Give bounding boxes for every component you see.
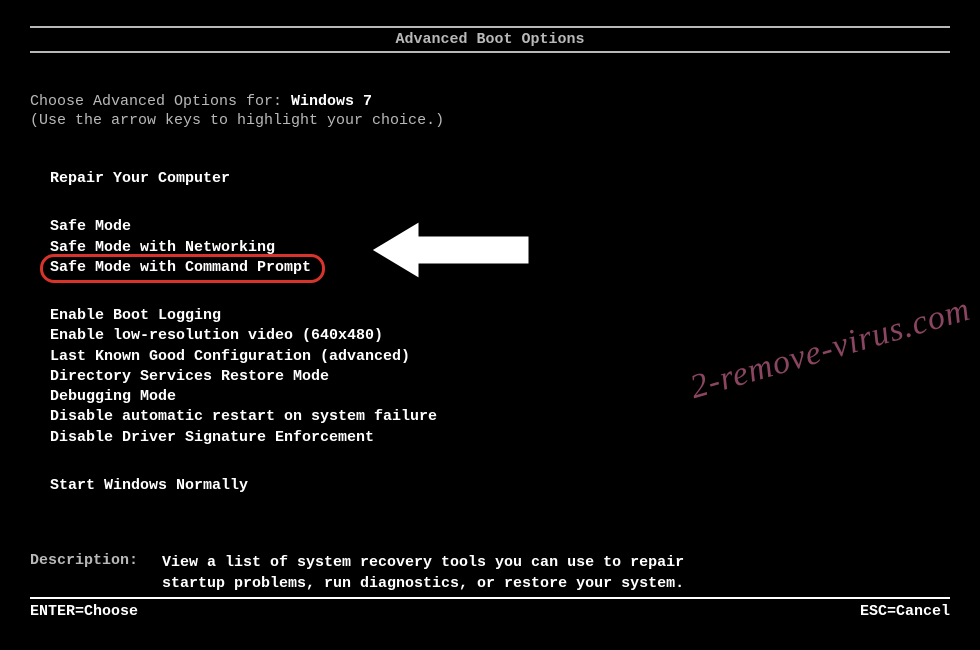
boot-option[interactable]: Disable Driver Signature Enforcement (50, 428, 950, 448)
esc-hint: ESC=Cancel (860, 603, 950, 620)
os-name: Windows 7 (291, 93, 372, 110)
description-block: Description: View a list of system recov… (30, 552, 950, 594)
description-text: View a list of system recovery tools you… (162, 552, 722, 594)
boot-menu: Repair Your ComputerSafe ModeSafe Mode w… (30, 169, 950, 496)
boot-option[interactable]: Repair Your Computer (50, 169, 950, 189)
boot-option[interactable]: Disable automatic restart on system fail… (50, 407, 950, 427)
boot-option[interactable]: Enable low-resolution video (640x480) (50, 326, 950, 346)
boot-option[interactable]: Safe Mode (50, 217, 950, 237)
boot-option[interactable]: Last Known Good Configuration (advanced) (50, 347, 950, 367)
page-title: Advanced Boot Options (30, 26, 950, 53)
boot-option[interactable]: Safe Mode with Networking (50, 238, 950, 258)
footer-bar: ENTER=Choose ESC=Cancel (30, 597, 950, 620)
boot-option[interactable]: Safe Mode with Command Prompt (50, 258, 950, 278)
choose-options-line: Choose Advanced Options for: Windows 7 (30, 93, 950, 110)
arrow-keys-hint: (Use the arrow keys to highlight your ch… (30, 112, 950, 129)
boot-option[interactable]: Enable Boot Logging (50, 306, 950, 326)
choose-prefix: Choose Advanced Options for: (30, 93, 291, 110)
boot-option[interactable]: Debugging Mode (50, 387, 950, 407)
boot-option[interactable]: Directory Services Restore Mode (50, 367, 950, 387)
enter-hint: ENTER=Choose (30, 603, 138, 620)
description-label: Description: (30, 552, 162, 594)
boot-option[interactable]: Start Windows Normally (50, 476, 950, 496)
